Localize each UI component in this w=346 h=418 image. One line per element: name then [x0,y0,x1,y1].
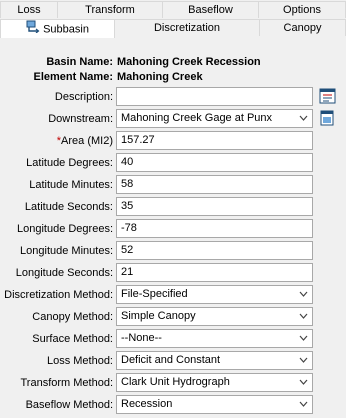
tab-subbasin[interactable]: Subbasin [0,19,115,38]
discretization-method-select[interactable]: File-Specified [116,285,313,304]
tab-discretization[interactable]: Discretization [115,19,260,36]
transform-method-select[interactable]: Clark Unit Hydrograph [116,373,313,392]
downstream-value: Mahoning Creek Gage at Punx [121,112,273,124]
latitude-seconds-label: Latitude Seconds: [24,201,113,213]
longitude-minutes-label: Longitude Minutes: [20,245,113,257]
latitude-minutes-field[interactable]: 58 [116,175,313,194]
discretization-method-value: File-Specified [121,288,188,300]
chevron-down-icon [299,352,308,369]
baseflow-method-value: Recession [121,398,173,410]
tab-row-bottom: Subbasin Discretization Canopy [0,19,346,38]
loss-method-select[interactable]: Deficit and Constant [116,351,313,370]
select-element-button[interactable] [319,110,337,127]
transform-method-value: Clark Unit Hydrograph [121,376,230,388]
latitude-degrees-label: Latitude Degrees: [26,157,113,169]
basin-name-label: Basin Name: [46,56,113,68]
downstream-select[interactable]: Mahoning Creek Gage at Punx [116,109,313,128]
select-element-icon [319,110,337,130]
transform-method-label: Transform Method: [20,377,113,389]
downstream-label: Downstream: [48,113,113,125]
longitude-seconds-label: Longitude Seconds: [15,267,113,279]
latitude-minutes-label: Latitude Minutes: [29,179,113,191]
longitude-minutes-field[interactable]: 52 [116,241,313,260]
description-field[interactable] [116,87,313,106]
description-label: Description: [54,91,113,103]
area-label: *Area (MI2) [57,135,113,147]
baseflow-method-label: Baseflow Method: [25,399,113,411]
longitude-degrees-field[interactable]: -78 [116,219,313,238]
subbasin-panel: Basin Name: Mahoning Creek Recession Ele… [0,38,346,418]
edit-description-button[interactable] [319,88,337,105]
surface-method-value: --None-- [121,332,162,344]
canopy-method-label: Canopy Method: [32,311,113,323]
subbasin-icon [26,20,40,39]
canopy-method-value: Simple Canopy [121,310,196,322]
tab-baseflow[interactable]: Baseflow [163,1,259,18]
chevron-down-icon [299,308,308,325]
loss-method-label: Loss Method: [46,355,113,367]
latitude-seconds-field[interactable]: 35 [116,197,313,216]
surface-method-select[interactable]: --None-- [116,329,313,348]
loss-method-value: Deficit and Constant [121,354,221,366]
tab-transform[interactable]: Transform [58,1,163,18]
basin-name-value: Mahoning Creek Recession [117,56,261,68]
baseflow-method-select[interactable]: Recession [116,395,313,414]
tab-row-top: Loss Transform Baseflow Options [0,1,346,19]
area-label-text: Area (MI2) [61,135,113,147]
discretization-method-label: Discretization Method: [4,289,113,301]
chevron-down-icon [299,110,308,127]
chevron-down-icon [299,330,308,347]
chevron-down-icon [299,286,308,303]
latitude-degrees-field[interactable]: 40 [116,153,313,172]
longitude-degrees-label: Longitude Degrees: [16,223,113,235]
element-name-value: Mahoning Creek [117,71,203,83]
tab-canopy[interactable]: Canopy [260,19,346,36]
canopy-method-select[interactable]: Simple Canopy [116,307,313,326]
surface-method-label: Surface Method: [32,333,113,345]
area-field[interactable]: 157.27 [116,131,313,150]
tab-options[interactable]: Options [259,1,346,18]
tab-subbasin-label: Subbasin [43,23,89,36]
edit-description-icon [319,88,337,108]
chevron-down-icon [299,396,308,413]
tab-loss[interactable]: Loss [0,1,58,18]
chevron-down-icon [299,374,308,391]
longitude-seconds-field[interactable]: 21 [116,263,313,282]
element-name-label: Element Name: [33,71,113,83]
